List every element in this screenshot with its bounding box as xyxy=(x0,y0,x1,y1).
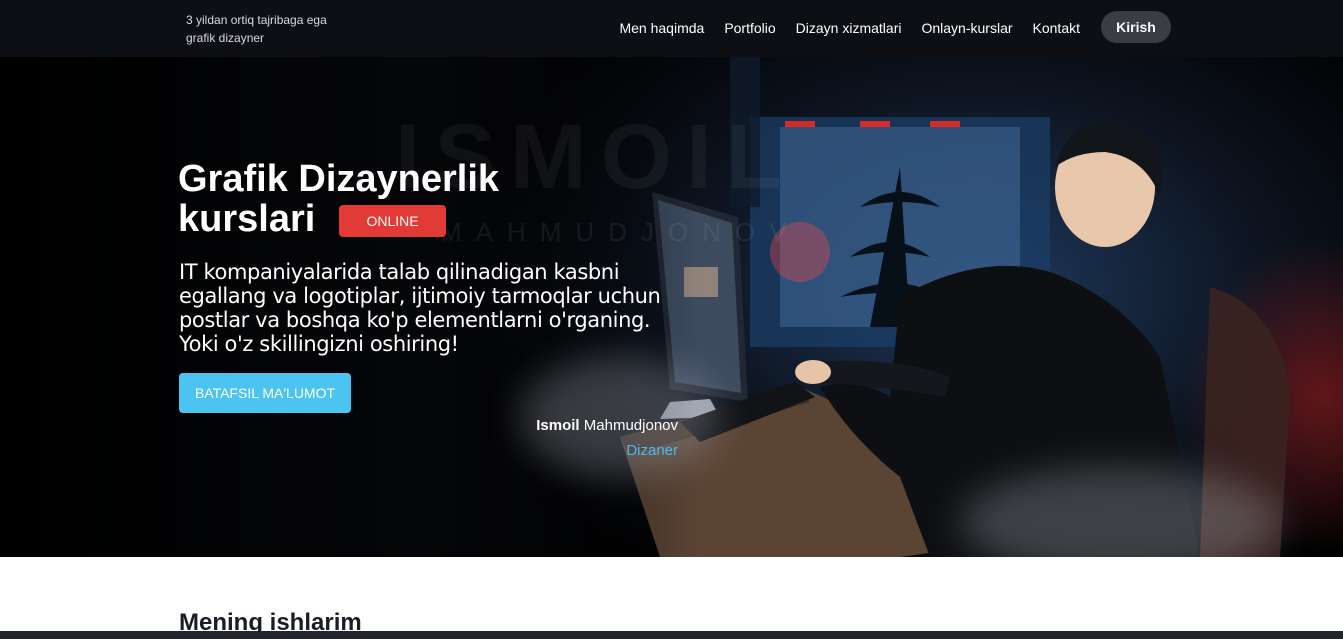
bottom-overlay-strip xyxy=(0,631,1343,639)
author-first-name: Ismoil xyxy=(536,417,580,434)
hero-title-line-2: kurslari xyxy=(178,198,316,240)
hero-title-line-1: Grafik Dizaynerlik xyxy=(178,158,500,200)
author-name: Ismoil Mahmudjonov xyxy=(536,417,678,434)
tagline-line-2: grafik dizayner xyxy=(186,31,265,45)
login-button[interactable]: Kirish xyxy=(1101,11,1171,43)
nav-link-contact[interactable]: Kontakt xyxy=(1033,19,1080,37)
main-nav: Men haqimda Portfolio Dizayn xizmatlari … xyxy=(619,19,1080,37)
tagline-line-1: 3 yildan ortiq tajribaga ega xyxy=(186,13,327,27)
nav-link-design-services[interactable]: Dizayn xizmatlari xyxy=(796,19,902,37)
author-last-name: Mahmudjonov xyxy=(583,417,678,434)
author-role: Dizaner xyxy=(626,442,678,459)
header-tagline: 3 yildan ortiq tajribaga ega grafik diza… xyxy=(186,11,356,47)
hero-description: IT kompaniyalarida talab qilinadigan kas… xyxy=(179,260,661,356)
more-info-button[interactable]: BATAFSIL MA'LUMOT xyxy=(179,373,351,413)
nav-link-online-courses[interactable]: Onlayn-kurslar xyxy=(921,19,1012,37)
online-badge: ONLINE xyxy=(339,205,446,237)
nav-link-portfolio[interactable]: Portfolio xyxy=(724,19,775,37)
hero-section: ISMOIL MAHMUDJONOV Grafik Dizaynerlik ku… xyxy=(0,57,1343,557)
top-navbar: 3 yildan ortiq tajribaga ega grafik diza… xyxy=(0,0,1343,57)
nav-link-about[interactable]: Men haqimda xyxy=(619,19,704,37)
